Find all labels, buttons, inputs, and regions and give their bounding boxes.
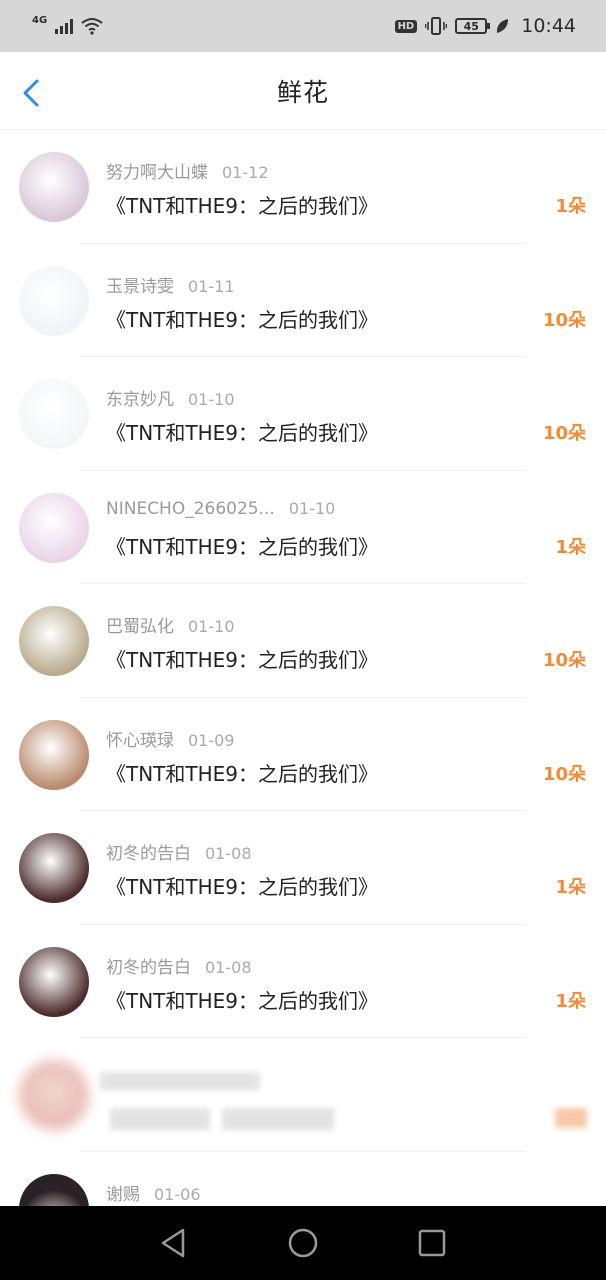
status-right: HD 45 10:44 [394,15,576,37]
username: 巴蜀弘化 [106,617,174,637]
list-item[interactable]: NINECHO_266025... 01-10 《TNT和THE9：之后的我们》 1朵 [0,471,606,585]
date: 01-12 [222,163,269,182]
back-chevron-icon[interactable] [18,78,46,108]
flower-count: 1朵 [555,196,586,217]
user-meta: 巴蜀弘化 01-10 [106,612,235,637]
user-meta: 谢赐 01-06 [106,1180,201,1205]
blurred-text [222,1108,334,1130]
battery-icon: 45 [455,18,491,34]
hd-badge: HD [394,19,418,33]
vibrate-icon [425,17,448,35]
book-title: 《TNT和THE9：之后的我们》 [106,194,379,218]
user-meta: 初冬的告白 01-08 [106,953,252,978]
avatar[interactable] [19,833,89,903]
username: 努力啊大山蝶 [106,163,208,183]
date: 01-10 [288,498,336,518]
username: NINECHO_266025... [106,498,275,519]
user-meta: 东京妙凡 01-10 [106,385,235,410]
username: 初冬的告白 [106,844,191,864]
book-title: 《TNT和THE9：之后的我们》 [106,761,379,786]
username: 怀心瑛琭 [106,730,174,751]
user-meta: 玉景诗雯 01-11 [106,272,235,297]
nav-back-icon[interactable] [157,1226,191,1260]
network-type: 4G [32,14,48,26]
status-bar: 4G HD 45 10:44 [0,0,606,52]
list-item[interactable]: 东京妙凡 01-10 《TNT和THE9：之后的我们》 10朵 [0,357,606,471]
avatar[interactable] [19,152,89,222]
battery-level: 45 [463,19,479,33]
book-title: 《TNT和THE9：之后的我们》 [106,421,379,445]
nav-recents-icon[interactable] [415,1226,449,1260]
avatar[interactable] [19,265,89,336]
username: 初冬的告白 [106,957,191,978]
blurred-text [100,1072,260,1090]
avatar[interactable] [19,719,89,790]
wifi-icon [81,18,103,35]
username: 谢赐 [106,1184,140,1205]
avatar[interactable] [19,492,89,563]
date: 01-08 [205,957,252,977]
flower-count: 10朵 [542,423,586,444]
flower-count: 1朵 [555,536,586,558]
date: 01-09 [188,730,235,750]
user-meta: 怀心瑛琭 01-09 [106,726,235,751]
user-meta: 初冬的告白 01-08 [106,839,252,864]
list-item[interactable]: 巴蜀弘化 01-10 《TNT和THE9：之后的我们》 10朵 [0,584,606,698]
username: 玉景诗雯 [106,276,174,297]
date: 01-06 [154,1184,201,1204]
blurred-list-item [0,1038,606,1152]
flower-count: 10朵 [542,650,586,671]
list-item[interactable]: 玉景诗雯 01-11 《TNT和THE9：之后的我们》 10朵 [0,244,606,358]
book-title: 《TNT和THE9：之后的我们》 [106,875,379,899]
date: 01-08 [205,844,252,863]
username: 东京妙凡 [106,390,174,410]
flower-count: 10朵 [542,309,586,331]
blurred-text [110,1108,210,1130]
avatar[interactable] [19,379,89,449]
status-left: 4G [32,14,103,35]
date: 01-11 [188,276,235,296]
clock: 10:44 [521,15,576,37]
signal-icon [55,18,74,34]
header: 鲜花 [0,52,606,130]
blurred-avatar [19,1060,89,1130]
avatar[interactable] [19,946,89,1017]
date: 01-10 [188,617,235,636]
user-meta: NINECHO_266025... 01-10 [106,499,335,519]
date: 01-10 [188,390,235,409]
list-item[interactable]: 初冬的告白 01-08 《TNT和THE9：之后的我们》 1朵 [0,811,606,925]
user-meta: 努力啊大山蝶 01-12 [106,158,269,183]
blurred-text [555,1108,587,1128]
list-item[interactable]: 初冬的告白 01-08 《TNT和THE9：之后的我们》 1朵 [0,925,606,1039]
flower-count: 1朵 [555,877,586,898]
leaf-icon [497,19,509,33]
nav-home-icon[interactable] [286,1226,320,1260]
list-item[interactable]: 努力啊大山蝶 01-12 《TNT和THE9：之后的我们》 1朵 [0,130,606,244]
flower-list: 努力啊大山蝶 01-12 《TNT和THE9：之后的我们》 1朵 玉景诗雯 01-11 《T… [0,130,606,1265]
list-item[interactable]: 怀心瑛琭 01-09 《TNT和THE9：之后的我们》 10朵 [0,698,606,812]
page-title: 鲜花 [276,77,329,107]
book-title: 《TNT和THE9：之后的我们》 [106,307,379,332]
book-title: 《TNT和THE9：之后的我们》 [106,534,379,559]
book-title: 《TNT和THE9：之后的我们》 [106,988,379,1013]
avatar[interactable] [19,606,89,676]
system-nav-bar [0,1206,606,1280]
book-title: 《TNT和THE9：之后的我们》 [106,648,379,672]
flower-count: 1朵 [555,990,586,1012]
flower-count: 10朵 [542,763,586,785]
